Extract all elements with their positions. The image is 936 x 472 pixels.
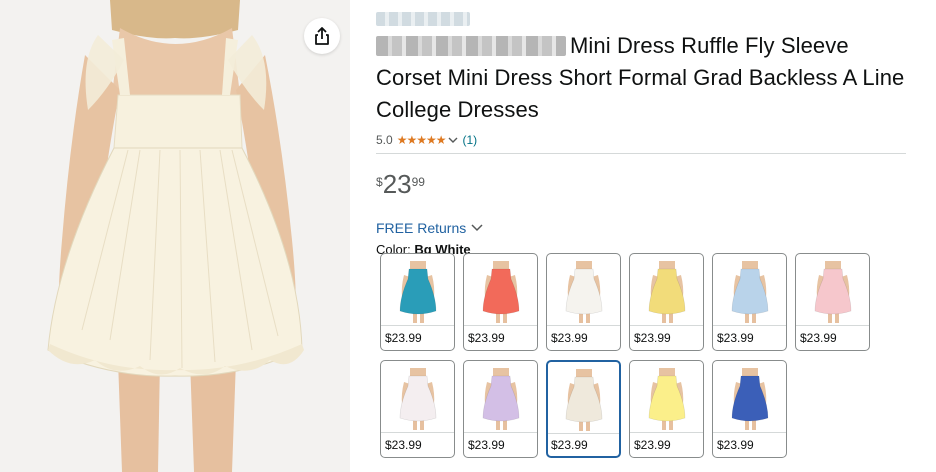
swatch-divider <box>381 325 454 326</box>
color-swatch[interactable]: $23.99 <box>380 253 455 351</box>
swatch-divider <box>630 325 703 326</box>
share-button[interactable] <box>304 18 340 54</box>
swatch-image <box>713 254 786 325</box>
swatch-price: $23.99 <box>468 438 505 452</box>
swatch-price: $23.99 <box>717 331 754 345</box>
swatch-divider <box>464 325 537 326</box>
swatch-divider <box>381 432 454 433</box>
price-symbol: $ <box>376 175 383 189</box>
color-swatch[interactable]: $23.99 <box>629 360 704 458</box>
swatch-divider <box>796 325 869 326</box>
color-swatch[interactable]: $23.99 <box>712 360 787 458</box>
color-swatch[interactable]: $23.99 <box>380 360 455 458</box>
swatch-price: $23.99 <box>634 438 671 452</box>
swatch-image <box>547 254 620 325</box>
swatch-image <box>381 361 454 432</box>
swatch-image <box>548 362 619 433</box>
swatch-price: $23.99 <box>717 438 754 452</box>
swatch-price: $23.99 <box>634 331 671 345</box>
swatch-divider <box>630 432 703 433</box>
chevron-down-icon[interactable] <box>448 135 458 145</box>
rating-row: 5.0 ★★★★★ (1) <box>376 132 906 148</box>
free-returns-link[interactable]: FREE Returns <box>376 220 906 236</box>
ratings-count-link[interactable]: (1) <box>462 133 477 147</box>
chevron-down-icon <box>471 224 483 232</box>
swatch-price: $23.99 <box>551 331 588 345</box>
color-swatch[interactable]: $23.99 <box>712 253 787 351</box>
swatch-image <box>464 254 537 325</box>
swatch-divider <box>547 325 620 326</box>
color-swatch[interactable]: $23.99 <box>546 253 621 351</box>
swatch-divider <box>713 325 786 326</box>
swatch-price: $23.99 <box>385 331 422 345</box>
rating-value: 5.0 <box>376 133 393 147</box>
swatch-divider <box>548 433 619 434</box>
divider <box>376 153 906 154</box>
product-main-image[interactable] <box>0 0 350 472</box>
swatch-image <box>713 361 786 432</box>
swatch-image <box>464 361 537 432</box>
free-returns-label: FREE Returns <box>376 220 467 236</box>
color-swatch[interactable]: $23.99 <box>546 360 621 458</box>
swatch-price: $23.99 <box>800 331 837 345</box>
share-icon <box>315 27 329 45</box>
swatch-price: $23.99 <box>551 438 588 452</box>
price-fraction: 99 <box>411 175 425 189</box>
color-swatch[interactable]: $23.99 <box>463 360 538 458</box>
swatch-image <box>381 254 454 325</box>
dress-photo <box>47 0 304 472</box>
product-info: Mini Dress Ruffle Fly Sleeve Corset Mini… <box>376 10 906 258</box>
price: $ 23 99 <box>376 170 906 200</box>
swatch-divider <box>464 432 537 433</box>
swatch-image <box>630 254 703 325</box>
swatch-image <box>796 254 869 325</box>
swatch-divider <box>713 432 786 433</box>
swatch-image <box>630 361 703 432</box>
color-swatch[interactable]: $23.99 <box>629 253 704 351</box>
product-title: Mini Dress Ruffle Fly Sleeve Corset Mini… <box>376 30 906 126</box>
color-swatch[interactable]: $23.99 <box>795 253 870 351</box>
title-redacted <box>376 36 566 56</box>
star-rating-icon[interactable]: ★★★★★ <box>397 133 447 147</box>
brand-link-redacted[interactable] <box>376 12 470 26</box>
color-swatch[interactable]: $23.99 <box>463 253 538 351</box>
price-whole: 23 <box>382 169 412 199</box>
swatch-price: $23.99 <box>385 438 422 452</box>
swatch-price: $23.99 <box>468 331 505 345</box>
